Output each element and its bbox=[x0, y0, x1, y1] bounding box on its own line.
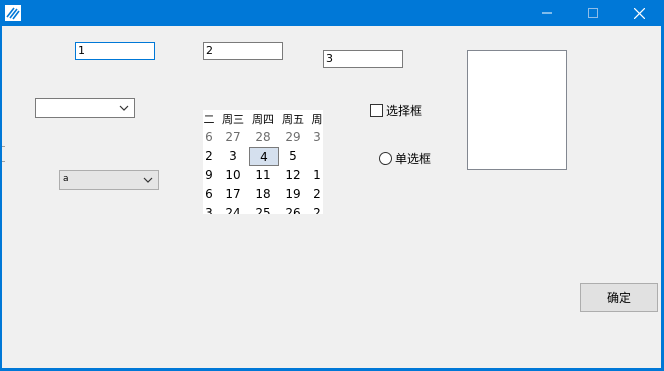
app-logo-icon bbox=[5, 5, 21, 21]
radio-option[interactable]: 单选框 bbox=[379, 150, 431, 166]
edge-mark bbox=[2, 161, 5, 162]
calendar-day[interactable]: 28 bbox=[250, 128, 276, 147]
calendar-day[interactable]: 6 bbox=[203, 128, 215, 147]
radio-label: 单选框 bbox=[395, 151, 432, 166]
app-window: 1 2 3 a 二 周三 周四 周五 周 6 27 28 29 3 2 3 4 … bbox=[0, 0, 664, 371]
weekday-header: 二 bbox=[203, 113, 215, 126]
textbox-3[interactable]: 3 bbox=[323, 50, 403, 68]
combo-box-2-value: a bbox=[63, 174, 69, 184]
edge-mark bbox=[2, 146, 5, 147]
calendar-day[interactable]: 17 bbox=[220, 185, 246, 204]
calendar-day[interactable]: 3 bbox=[310, 128, 323, 147]
weekday-header: 周 bbox=[311, 113, 323, 126]
form-client-area: 1 2 3 a 二 周三 周四 周五 周 6 27 28 29 3 2 3 4 … bbox=[2, 26, 661, 368]
list-box[interactable] bbox=[467, 50, 567, 170]
weekday-header: 周四 bbox=[252, 113, 274, 126]
confirm-button[interactable]: 确定 bbox=[580, 283, 658, 312]
minimize-icon bbox=[542, 12, 552, 14]
chevron-down-icon bbox=[119, 105, 129, 111]
checkbox-option[interactable]: 选择框 bbox=[370, 102, 422, 118]
calendar-day[interactable]: 26 bbox=[280, 204, 306, 214]
combo-box-2[interactable]: a bbox=[59, 170, 159, 190]
weekday-header: 周五 bbox=[282, 113, 304, 126]
calendar-day[interactable]: 3 bbox=[203, 204, 215, 214]
calendar-day[interactable]: 1 bbox=[310, 166, 323, 185]
calendar-day[interactable]: 3 bbox=[220, 147, 246, 166]
close-icon bbox=[633, 7, 645, 19]
checkbox-label: 选择框 bbox=[386, 103, 423, 118]
calendar-day[interactable]: 5 bbox=[280, 147, 306, 166]
calendar-day[interactable]: 11 bbox=[250, 166, 276, 185]
calendar-day-today[interactable]: 4 bbox=[249, 147, 279, 166]
calendar-week-row: 6 27 28 29 3 bbox=[203, 128, 323, 147]
calendar-week-row: 3 24 25 26 2 bbox=[203, 204, 323, 214]
calendar-week-row: 2 3 4 5 bbox=[203, 147, 323, 166]
textbox-2[interactable]: 2 bbox=[203, 42, 283, 60]
calendar-day[interactable]: 9 bbox=[203, 166, 215, 185]
calendar-week-row: 6 17 18 19 2 bbox=[203, 185, 323, 204]
checkbox-box-icon[interactable] bbox=[370, 103, 383, 117]
calendar-day[interactable]: 2 bbox=[310, 185, 323, 204]
calendar-day[interactable]: 19 bbox=[280, 185, 306, 204]
calendar-day[interactable]: 2 bbox=[203, 147, 215, 166]
calendar-day[interactable]: 25 bbox=[250, 204, 276, 214]
textbox-1[interactable]: 1 bbox=[75, 42, 155, 60]
chevron-down-icon bbox=[143, 177, 153, 183]
calendar-day[interactable]: 2 bbox=[310, 204, 323, 214]
combo-box-1[interactable] bbox=[35, 98, 135, 118]
maximize-icon bbox=[588, 8, 598, 18]
month-calendar[interactable]: 二 周三 周四 周五 周 6 27 28 29 3 2 3 4 5 9 10 1… bbox=[203, 110, 323, 214]
title-bar[interactable] bbox=[0, 0, 664, 26]
calendar-day[interactable]: 24 bbox=[220, 204, 246, 214]
calendar-day[interactable] bbox=[310, 147, 323, 166]
calendar-day[interactable]: 6 bbox=[203, 185, 215, 204]
calendar-week-row: 9 10 11 12 1 bbox=[203, 166, 323, 185]
weekday-header: 周三 bbox=[222, 113, 244, 126]
calendar-day[interactable]: 29 bbox=[280, 128, 306, 147]
maximize-button[interactable] bbox=[570, 0, 616, 26]
radio-circle-icon[interactable] bbox=[379, 151, 392, 165]
close-button[interactable] bbox=[616, 0, 662, 26]
calendar-day[interactable]: 10 bbox=[220, 166, 246, 185]
minimize-button[interactable] bbox=[524, 0, 570, 26]
calendar-day[interactable]: 27 bbox=[220, 128, 246, 147]
calendar-day[interactable]: 18 bbox=[250, 185, 276, 204]
calendar-day[interactable]: 12 bbox=[280, 166, 306, 185]
calendar-header-row: 二 周三 周四 周五 周 bbox=[203, 110, 323, 129]
